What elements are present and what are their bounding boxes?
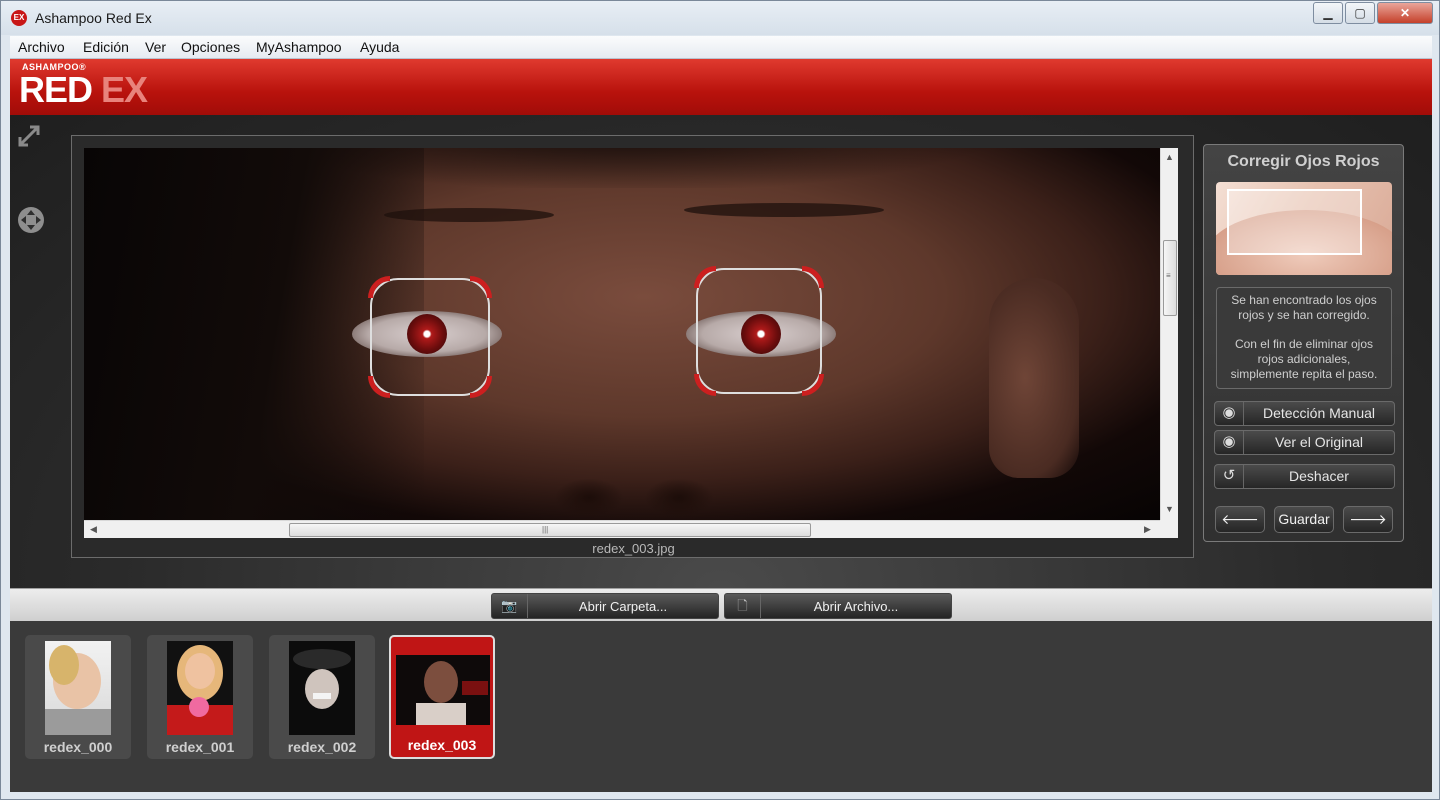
thumbnail-item[interactable]: redex_002 — [269, 635, 375, 759]
menu-archivo[interactable]: Archivo — [18, 39, 65, 55]
file-icon: 🗋 — [725, 594, 761, 618]
thumb-face — [424, 661, 458, 703]
open-file-label: Abrir Archivo... — [813, 599, 899, 614]
thumbnail-label: redex_003 — [407, 737, 477, 753]
menu-bar: Archivo Edición Ver Opciones MyAshampoo … — [10, 36, 1432, 59]
scroll-right-icon[interactable]: ▶ — [1144, 524, 1151, 535]
marker-handle-tr[interactable] — [470, 276, 492, 298]
open-folder-button[interactable]: 📷 Abrir Carpeta... — [491, 593, 719, 619]
app-window: EX Ashampoo Red Ex ▁ ▢ ✕ Archivo Edición… — [0, 0, 1440, 800]
image-filename: redex_003.jpg — [592, 541, 675, 556]
eye-manual-icon: ◉ — [1215, 402, 1244, 425]
thumb-smile — [313, 693, 331, 699]
open-file-button[interactable]: 🗋 Abrir Archivo... — [724, 593, 952, 619]
scroll-corner — [1160, 520, 1178, 538]
thumb-sign — [462, 681, 488, 695]
manual-detection-button[interactable]: ◉ Detección Manual — [1214, 401, 1395, 426]
view-original-button[interactable]: ◉ Ver el Original — [1214, 430, 1395, 455]
menu-edicion[interactable]: Edición — [83, 39, 129, 55]
panel-title: Corregir Ojos Rojos — [1227, 153, 1380, 170]
thumbnail-strip: redex_000 redex_001 redex_002 redex_003 — [10, 621, 1432, 792]
brand-logo: RED EX — [19, 69, 148, 111]
redeye-marker-right[interactable] — [694, 266, 824, 396]
thumbnail-item[interactable]: redex_000 — [25, 635, 131, 759]
horizontal-scroll-thumb[interactable]: ||| — [289, 523, 811, 537]
pan-icon[interactable] — [16, 205, 46, 235]
photo-right-nostril — [644, 478, 714, 518]
thumbnail-item-selected[interactable]: redex_003 — [389, 635, 495, 759]
close-button[interactable]: ✕ — [1377, 2, 1433, 24]
thumbnail-image — [396, 655, 490, 725]
thumbnail-label: redex_000 — [43, 739, 113, 755]
preview-image — [1216, 182, 1392, 275]
undo-label: Deshacer — [1289, 468, 1349, 484]
fullscreen-icon[interactable] — [16, 123, 42, 149]
thumbnail-label: redex_002 — [287, 739, 357, 755]
view-original-label: Ver el Original — [1275, 434, 1363, 450]
thumbnail-image — [45, 641, 111, 735]
window-title: Ashampoo Red Ex — [35, 10, 152, 26]
vertical-scrollbar[interactable]: ▲ ≡ ▼ — [1160, 148, 1178, 520]
eye-icon: ◉ — [1215, 431, 1244, 454]
thumb-hat — [293, 649, 351, 669]
photo-canvas[interactable] — [84, 148, 1160, 520]
arrow-right-icon: 🡒 — [1349, 511, 1387, 527]
red-ex-app-icon[interactable]: EX — [11, 10, 27, 26]
thumbnail-image — [167, 641, 233, 735]
previous-button[interactable]: 🡐 — [1215, 506, 1265, 533]
image-viewer: ▲ ≡ ▼ ◀ ||| ▶ redex_003.jpg — [71, 135, 1194, 558]
work-area: ▲ ≡ ▼ ◀ ||| ▶ redex_003.jpg Corregir Ojo… — [10, 115, 1432, 588]
next-button[interactable]: 🡒 — [1343, 506, 1393, 533]
scroll-down-icon[interactable]: ▼ — [1165, 504, 1174, 514]
thumbnail-image — [289, 641, 355, 735]
camera-icon: 📷 — [492, 594, 528, 618]
horizontal-scrollbar[interactable]: ◀ ||| ▶ — [84, 520, 1160, 538]
marker-handle-br[interactable] — [802, 374, 824, 396]
photo-ear — [989, 278, 1079, 478]
photo-right-brow — [684, 203, 884, 217]
brand-red: RED — [19, 69, 93, 110]
thumbnail-item[interactable]: redex_001 — [147, 635, 253, 759]
info-repeat-text: Con el fin de eliminar ojos rojos adicio… — [1230, 337, 1378, 381]
thumb-flower — [189, 697, 209, 717]
manual-detection-label: Detección Manual — [1262, 405, 1376, 421]
vertical-scroll-thumb[interactable]: ≡ — [1163, 240, 1177, 316]
grip-icon: ||| — [542, 525, 549, 534]
info-box: Se han encontrado los ojos rojos y se ha… — [1216, 287, 1392, 389]
thumb-face — [185, 653, 215, 689]
marker-handle-bl[interactable] — [694, 374, 716, 396]
open-folder-label: Abrir Carpeta... — [578, 599, 668, 614]
preview-selection-box — [1227, 189, 1362, 255]
menu-myashampoo[interactable]: MyAshampoo — [256, 39, 342, 55]
minimize-button[interactable]: ▁ — [1313, 2, 1343, 24]
info-found-text: Se han encontrado los ojos rojos y se ha… — [1231, 293, 1377, 322]
thumb-shirt — [416, 703, 466, 725]
marker-handle-tl[interactable] — [694, 266, 716, 288]
photo-left-brow — [384, 208, 554, 222]
marker-handle-tr[interactable] — [802, 266, 824, 288]
undo-icon: ↺ — [1215, 465, 1244, 488]
thumb-shirt — [45, 709, 111, 735]
marker-handle-br[interactable] — [470, 376, 492, 398]
brand-ex: EX — [101, 69, 148, 110]
scroll-left-icon[interactable]: ◀ — [90, 524, 97, 535]
brand-banner: ASHAMPOO® RED EX — [10, 59, 1432, 115]
redeye-marker-left[interactable] — [368, 276, 492, 398]
photo-left-nostril — [554, 478, 624, 518]
thumbnail-label: redex_001 — [165, 739, 235, 755]
menu-opciones[interactable]: Opciones — [181, 39, 240, 55]
save-button[interactable]: Guardar — [1274, 506, 1334, 533]
red-eye-panel: Corregir Ojos Rojos Se han encontrado lo… — [1203, 144, 1404, 542]
open-toolbar: 📷 Abrir Carpeta... 🗋 Abrir Archivo... — [10, 588, 1432, 621]
thumb-face — [305, 669, 339, 709]
thumb-hair — [49, 645, 79, 685]
undo-button[interactable]: ↺ Deshacer — [1214, 464, 1395, 489]
scroll-up-icon[interactable]: ▲ — [1165, 152, 1174, 162]
title-bar: EX Ashampoo Red Ex ▁ ▢ ✕ — [1, 1, 1439, 35]
arrow-left-icon: 🡐 — [1221, 511, 1259, 527]
maximize-button[interactable]: ▢ — [1345, 2, 1375, 24]
menu-ver[interactable]: Ver — [145, 39, 166, 55]
menu-ayuda[interactable]: Ayuda — [360, 39, 399, 55]
grip-icon: ≡ — [1166, 271, 1171, 280]
